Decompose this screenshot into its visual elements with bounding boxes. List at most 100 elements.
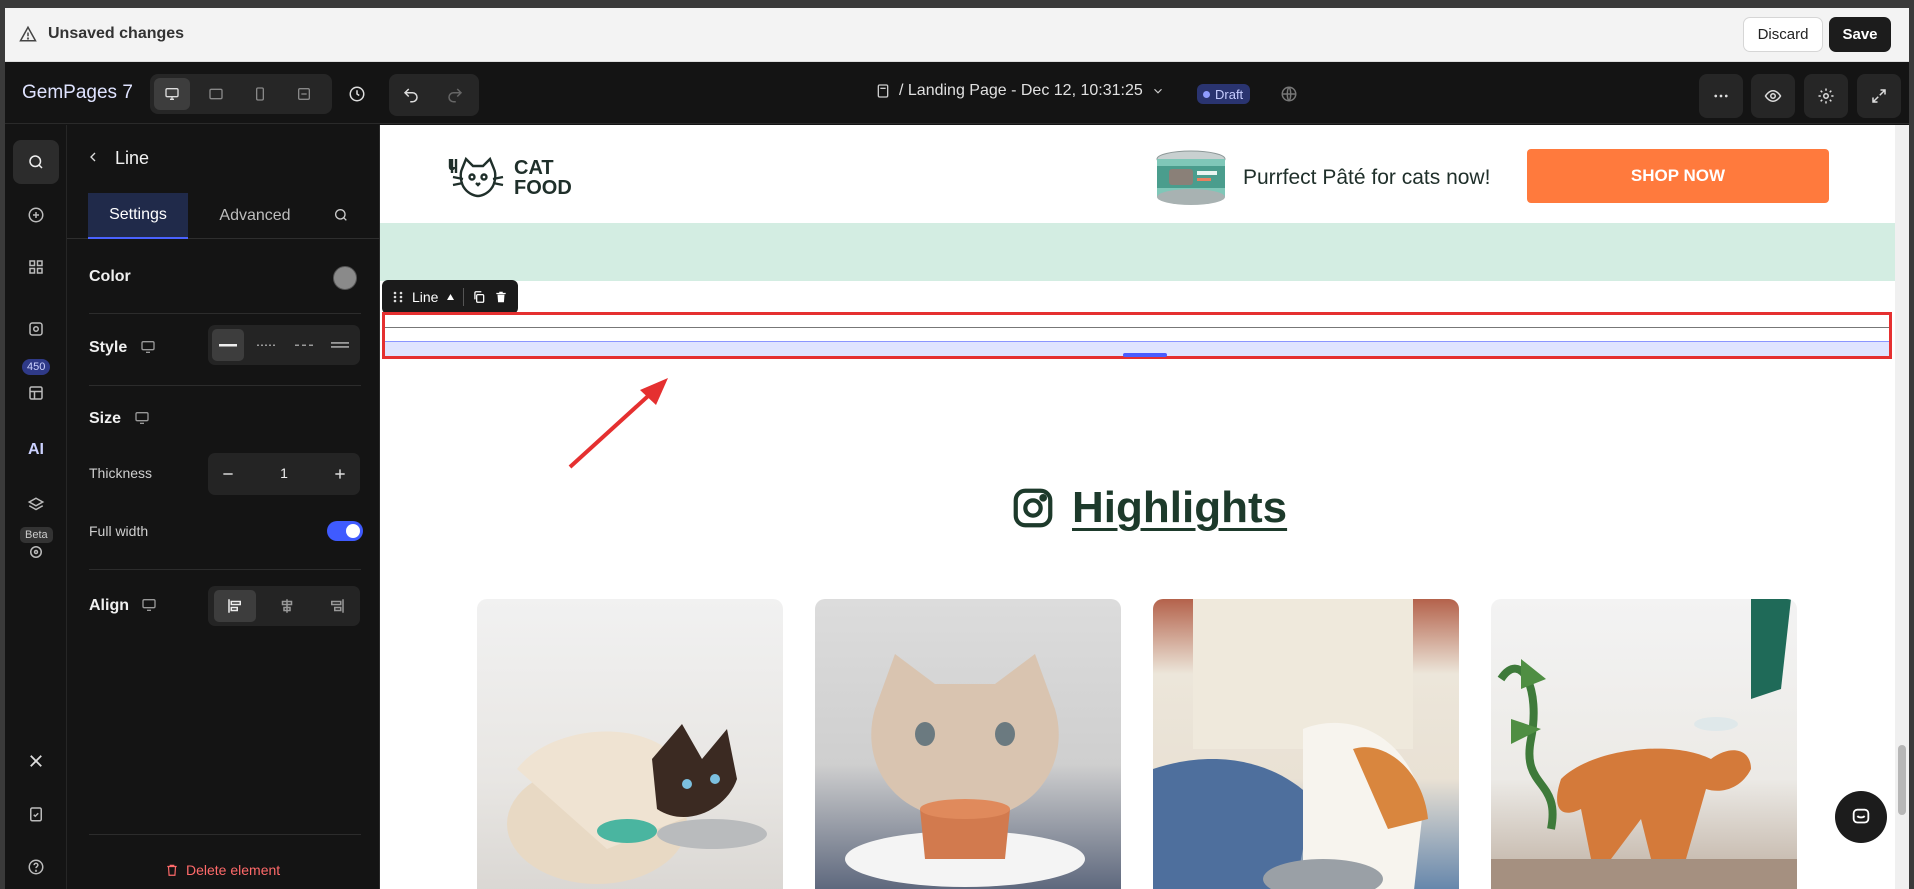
siamese-cat-photo[interactable] (477, 599, 783, 889)
history-icon[interactable] (345, 82, 369, 106)
unsaved-changes-bar: Unsaved changes Discard Save (5, 8, 1909, 62)
divider-line (385, 327, 1889, 328)
align-right-icon (331, 599, 344, 613)
color-swatch[interactable] (333, 266, 357, 290)
cat-food-logo[interactable]: CAT FOOD (448, 155, 572, 201)
double-style-option[interactable] (324, 329, 356, 361)
orange-cat-photo[interactable] (1491, 599, 1797, 889)
settings-button[interactable] (1804, 74, 1848, 118)
solid-style-option[interactable] (212, 329, 244, 361)
thickness-value[interactable]: 1 (258, 465, 310, 481)
color-label: Color (89, 268, 131, 285)
sections-icon (29, 386, 43, 400)
page-canvas: CAT FOOD Purrfect Pâté for cats now! SHO… (380, 125, 1895, 889)
trash-icon (496, 291, 507, 303)
save-button[interactable]: Save (1829, 17, 1891, 52)
duplicate-icon (474, 291, 485, 303)
align-center-option[interactable] (266, 590, 308, 622)
settings-panel: Line Settings Advanced Color Style Size … (67, 125, 380, 889)
brand-logo: GemPages 7 (22, 82, 133, 103)
divider (89, 834, 361, 835)
mint-section-band (380, 223, 1895, 281)
solid-line-icon (219, 344, 237, 347)
tablet-landscape-view-button[interactable] (198, 78, 234, 110)
divider (89, 313, 361, 314)
align-selector (208, 586, 360, 626)
canvas-scrollbar[interactable] (1895, 125, 1909, 889)
rail-add-button[interactable] (13, 193, 59, 237)
undo-redo-group (389, 74, 479, 116)
rail-help-button[interactable] (13, 845, 59, 889)
resize-handle[interactable] (1123, 353, 1167, 357)
cat-logo-icon (448, 156, 504, 198)
delete-element-button[interactable]: Delete element (165, 862, 280, 878)
app-frame: Unsaved changes Discard Save GemPages 7 (5, 8, 1909, 889)
align-label: Align (89, 597, 129, 614)
full-width-label: Full width (89, 523, 149, 539)
selected-element-label[interactable]: Line (412, 289, 438, 305)
chat-button[interactable] (1835, 791, 1887, 843)
woman-feeding-cat-photo[interactable] (1153, 599, 1459, 889)
chat-icon (1852, 808, 1870, 824)
highlights-heading[interactable]: Highlights (1010, 483, 1287, 533)
back-icon[interactable] (85, 149, 101, 170)
desktop-icon (165, 88, 179, 100)
dashed-style-option[interactable] (288, 329, 320, 361)
help-icon (28, 859, 44, 875)
kitten-eating-photo[interactable] (815, 599, 1121, 889)
align-left-option[interactable] (214, 590, 256, 622)
rail-apps-button[interactable] (13, 245, 59, 289)
undo-icon[interactable] (399, 83, 423, 107)
rail-layers-button[interactable] (13, 483, 59, 527)
panel-title: Line (115, 148, 150, 168)
align-center-icon (281, 599, 293, 613)
shop-now-button[interactable]: SHOP NOW (1527, 149, 1829, 203)
discard-button[interactable]: Discard (1743, 17, 1823, 52)
device-switcher (150, 74, 332, 114)
plus-icon[interactable] (328, 462, 352, 486)
rail-tasks-button[interactable] (13, 792, 59, 836)
custom-width-view-button[interactable] (286, 78, 322, 110)
more-options-button[interactable] (1699, 74, 1743, 118)
rail-beta-tool-button[interactable] (13, 530, 59, 574)
full-width-toggle[interactable] (327, 521, 363, 541)
minus-icon[interactable] (216, 462, 240, 486)
chevron-down-icon (1153, 88, 1162, 94)
monitor-icon (134, 410, 150, 431)
page-selector[interactable]: / Landing Page - Dec 12, 10:31:25 (875, 82, 1165, 100)
pages-icon (29, 322, 43, 336)
monitor-icon (141, 597, 157, 618)
clipboard-check-icon (30, 807, 42, 822)
double-line-icon (331, 342, 349, 348)
align-right-option[interactable] (316, 590, 358, 622)
rail-integrations-button[interactable] (13, 739, 59, 783)
rail-search-button[interactable] (13, 140, 59, 184)
apps-icon (29, 260, 43, 274)
preview-button[interactable] (1751, 74, 1795, 118)
fullscreen-button[interactable] (1857, 74, 1901, 118)
globe-icon[interactable] (1277, 82, 1301, 106)
style-label: Style (89, 339, 128, 356)
desktop-view-button[interactable] (154, 78, 190, 110)
selected-line-element[interactable] (382, 312, 1892, 359)
scrollbar-thumb[interactable] (1898, 745, 1906, 815)
caret-up-icon (447, 294, 455, 300)
tab-advanced[interactable]: Advanced (205, 193, 305, 239)
rail-ai-button[interactable]: AI (13, 428, 59, 472)
promo-text: Purrfect Pâté for cats now! (1243, 166, 1491, 189)
line-style-selector (208, 325, 360, 365)
panel-search-icon[interactable] (333, 207, 349, 228)
mobile-view-button[interactable] (242, 78, 278, 110)
tablet-icon (209, 88, 223, 100)
tab-settings[interactable]: Settings (88, 193, 188, 239)
mobile-icon (256, 87, 264, 101)
monitor-icon (140, 339, 156, 360)
dashed-line-icon (295, 344, 313, 346)
redo-icon[interactable] (443, 83, 467, 107)
rail-sections-button[interactable] (13, 371, 59, 415)
rail-pages-button[interactable] (13, 307, 59, 351)
selected-element-toolbar: Line (382, 280, 519, 314)
logo-text: CAT FOOD (514, 157, 572, 199)
page-icon (877, 84, 889, 98)
dotted-style-option[interactable] (250, 329, 282, 361)
